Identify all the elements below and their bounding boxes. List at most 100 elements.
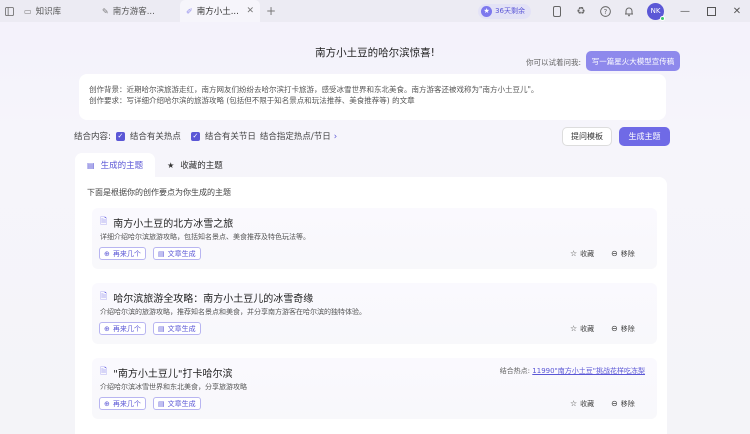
intro-text: 下面是根据你的创作要点为你生成的主题 [87, 188, 231, 197]
combine-specified-link[interactable]: 结合指定热点/节日 › [260, 130, 337, 142]
bell-icon[interactable] [617, 0, 641, 22]
topic-desc: 介绍哈尔滨冰雪世界和东北美食，分享旅游攻略 [100, 383, 247, 391]
write-article-button[interactable]: ▤ 文章生成 [153, 322, 201, 335]
new-tab-icon[interactable]: + [266, 4, 276, 18]
more-button[interactable]: ⊕ 再来几个 [99, 322, 146, 335]
tab-label: 知识库 [35, 7, 62, 17]
write-article-button[interactable]: ▤ 文章生成 [153, 397, 201, 410]
favorite-button[interactable]: ☆ 收藏 [570, 397, 594, 410]
document-icon: 🗎 [100, 367, 108, 377]
document-icon: ▤ [158, 399, 165, 408]
document-icon: ▤ [158, 324, 165, 333]
prompt-box[interactable]: 创作背景：近期哈尔滨旅游走红，南方网友们纷纷去哈尔滨打卡旅游，感受冰雪世界和东北… [79, 74, 666, 120]
hotspot-link[interactable]: 11990"南方小土豆"挑战花样吃冻梨 [532, 367, 645, 375]
tab-southern-potato[interactable]: ✐ 南方小土... ✕ [180, 0, 260, 22]
try-label: 你可以试着问我: [526, 58, 582, 67]
more-label: 再来几个 [112, 324, 141, 333]
favorite-button[interactable]: ☆ 收藏 [570, 322, 594, 335]
generate-topic-button[interactable]: 生成主题 [619, 127, 670, 146]
write-article-button[interactable]: ▤ 文章生成 [153, 247, 201, 260]
sidebar-toggle-icon[interactable] [0, 0, 18, 22]
close-tab-icon[interactable]: ✕ [246, 6, 254, 16]
topic-title: 🗎 哈尔滨旅游全攻略：南方小土豆儿的冰雪奇缘 [100, 289, 313, 305]
prompt-background: 创作背景：近期哈尔滨旅游走红，南方网友们纷纷去哈尔滨打卡旅游，感受冰雪世界和东北… [89, 85, 539, 94]
remove-button[interactable]: ⊖ 移除 [611, 322, 635, 335]
write-label: 文章生成 [167, 399, 196, 408]
more-label: 再来几个 [112, 249, 141, 258]
hotspot-label: 结合热点: [499, 367, 531, 375]
favorite-button[interactable]: ☆ 收藏 [570, 247, 594, 260]
combine-label: 结合内容: [74, 132, 111, 142]
avatar[interactable]: NK [647, 2, 665, 21]
topic-card: 🗎 哈尔滨旅游全攻略：南方小土豆儿的冰雪奇缘 介绍哈尔滨的旅游攻略，推荐知名景点… [92, 283, 657, 344]
tab-generated-topics[interactable]: ▤ 生成的主题 [75, 153, 156, 177]
book-icon: ▭ [24, 6, 32, 16]
combine-link-label: 结合指定热点/节日 [259, 132, 331, 142]
vip-badge[interactable]: ★ 36天剩余 [478, 3, 531, 19]
topic-card: 🗎 "南方小土豆儿"打卡哈尔滨 结合热点: 11990"南方小土豆"挑战花样吃冻… [92, 358, 657, 419]
topic-card: 🗎 南方小土豆的北方冰雪之旅 详细介绍哈尔滨旅游攻略，包括知名景点、美食推荐及特… [92, 208, 657, 269]
plus-circle-icon: ⊕ [104, 399, 110, 408]
online-status-icon [660, 15, 665, 21]
hotspot-info: 结合热点: 11990"南方小土豆"挑战花样吃冻梨 [500, 366, 645, 376]
vip-label: 36天剩余 [495, 7, 525, 15]
tab-southern-tourist[interactable]: ✎ 南方游客... [96, 0, 180, 22]
fav-label: 收藏 [580, 399, 595, 408]
more-label: 再来几个 [112, 399, 141, 408]
remove-label: 移除 [620, 324, 635, 333]
remove-circle-icon: ⊖ [611, 249, 618, 258]
topic-tabs: ▤ 生成的主题 ★ 收藏的主题 [75, 153, 235, 177]
tab-knowledge-base[interactable]: ▭ 知识库 [18, 0, 96, 22]
topic-title-text: 南方小土豆的北方冰雪之旅 [113, 218, 234, 230]
topic-list-panel: 下面是根据你的创作要点为你生成的主题 🗎 南方小土豆的北方冰雪之旅 详细介绍哈尔… [75, 177, 667, 434]
star-outline-icon: ☆ [570, 249, 578, 258]
write-label: 文章生成 [167, 324, 196, 333]
tab-label: 生成的主题 [100, 161, 144, 171]
chevron-right-icon: › [333, 132, 338, 142]
document-icon: 🗎 [100, 217, 108, 227]
remove-circle-icon: ⊖ [611, 399, 618, 408]
combine-row: 结合内容: ✓ 结合有关热点 ✓ 结合有关节日 结合指定热点/节日 › [74, 128, 337, 144]
topic-title-text: 哈尔滨旅游全攻略：南方小土豆儿的冰雪奇缘 [113, 293, 314, 305]
svg-text:?: ? [603, 7, 607, 15]
close-window-icon[interactable]: ✕ [724, 0, 750, 22]
more-button[interactable]: ⊕ 再来几个 [99, 247, 146, 260]
topic-desc: 详细介绍哈尔滨旅游攻略，包括知名景点、美食推荐及特色玩法等。 [100, 233, 310, 241]
checkbox-festival[interactable]: ✓ [190, 131, 200, 141]
remove-button[interactable]: ⊖ 移除 [611, 247, 635, 260]
skin-icon[interactable]: ♻ [569, 0, 593, 22]
topic-title-text: "南方小土豆儿"打卡哈尔滨 [113, 368, 233, 380]
help-icon[interactable]: ? [593, 0, 617, 22]
remove-label: 移除 [620, 399, 635, 408]
title-bar: ▭ 知识库 ✎ 南方游客... ✐ 南方小土... ✕ + ★ 36天剩余 ♻ … [0, 0, 750, 22]
fav-label: 收藏 [580, 324, 595, 333]
tab-label: 南方小土... [196, 7, 239, 17]
fav-label: 收藏 [580, 249, 595, 258]
maximize-icon[interactable] [698, 0, 724, 22]
phone-icon[interactable] [545, 0, 569, 22]
checkbox-hotspot[interactable]: ✓ [115, 131, 125, 141]
write-label: 文章生成 [167, 249, 196, 258]
star-outline-icon: ☆ [570, 324, 578, 333]
vip-icon: ★ [481, 5, 493, 17]
remove-circle-icon: ⊖ [611, 324, 618, 333]
star-outline-icon: ☆ [570, 399, 578, 408]
remove-button[interactable]: ⊖ 移除 [611, 397, 635, 410]
list-icon: ▤ [87, 160, 95, 170]
remove-label: 移除 [620, 249, 635, 258]
plus-circle-icon: ⊕ [104, 324, 110, 333]
document-icon: ▤ [158, 249, 165, 258]
more-button[interactable]: ⊕ 再来几个 [99, 397, 146, 410]
combine-option-festival[interactable]: 结合有关节日 [205, 130, 256, 142]
document-icon: 🗎 [100, 292, 108, 302]
prompt-requirement: 创作要求：写详细介绍哈尔滨的旅游攻略 (包括但不限于知名景点和玩法推荐、美食推荐… [89, 96, 415, 105]
minimize-icon[interactable]: — [672, 0, 698, 22]
tab-saved-topics[interactable]: ★ 收藏的主题 [155, 153, 235, 177]
try-example-button[interactable]: 写一篇星火大模型宣传稿 [586, 51, 680, 71]
topic-title: 🗎 "南方小土豆儿"打卡哈尔滨 [100, 364, 232, 380]
magic-pen-icon: ✐ [186, 6, 193, 16]
tab-label: 收藏的主题 [180, 161, 223, 171]
combine-option-hotspot[interactable]: 结合有关热点 [130, 130, 181, 142]
pen-icon: ✎ [102, 6, 109, 16]
prompt-template-button[interactable]: 提问模板 [562, 127, 612, 146]
